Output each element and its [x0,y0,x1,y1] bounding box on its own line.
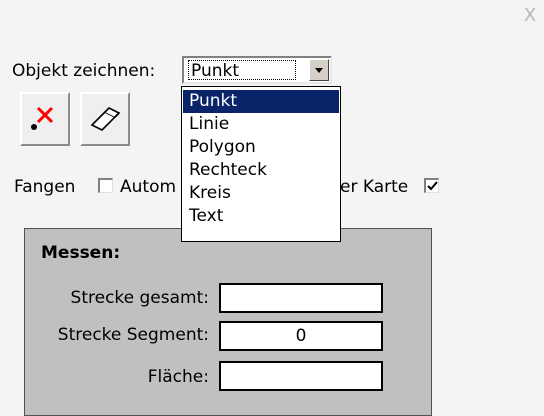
eraser-icon [90,107,121,131]
auto-option-label: Autom [120,177,177,197]
dropdown-option-rechteck[interactable]: Rechteck [183,159,339,182]
map-option-label: er Karte [340,177,409,197]
dropdown-option-linie[interactable]: Linie [183,113,339,136]
measure-title: Messen: [41,243,121,263]
checkmark-icon [427,181,438,191]
draw-object-select[interactable]: Punkt [182,56,332,84]
segment-distance-label: Strecke Segment: [57,325,209,345]
draw-object-label: Objekt zeichnen: [12,61,156,81]
total-distance-field[interactable] [219,283,383,313]
total-distance-label: Strecke gesamt: [70,288,209,308]
delete-point-button[interactable] [20,92,70,146]
dropdown-option-polygon[interactable]: Polygon [183,136,339,159]
snap-checkbox[interactable] [98,178,113,193]
dropdown-option-text[interactable]: Text [183,205,339,228]
eraser-button[interactable] [80,92,130,146]
area-label: Fläche: [147,367,209,387]
snap-label: Fangen [14,177,76,197]
draw-object-selected-value: Punkt [188,60,296,81]
point-delete-icon [31,106,54,130]
chevron-down-icon[interactable] [309,59,329,81]
dropdown-option-punkt[interactable]: Punkt [183,90,339,113]
measure-panel: Messen: Strecke gesamt: Strecke Segment:… [24,228,432,416]
area-field[interactable] [219,361,383,391]
segment-distance-field[interactable]: 0 [219,321,383,351]
draw-object-dropdown-list: Punkt Linie Polygon Rechteck Kreis Text [181,86,341,242]
close-icon[interactable]: X [520,6,540,26]
dropdown-option-kreis[interactable]: Kreis [183,182,339,205]
map-checkbox[interactable] [424,178,439,193]
